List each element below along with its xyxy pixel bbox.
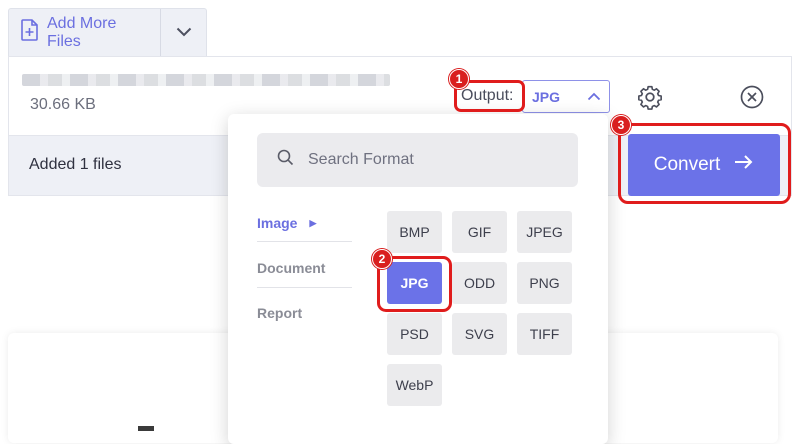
gear-icon bbox=[637, 85, 663, 114]
format-png[interactable]: PNG bbox=[517, 262, 572, 304]
category-divider bbox=[257, 287, 352, 288]
category-report-label: Report bbox=[257, 305, 303, 321]
output-format-select[interactable]: JPG bbox=[522, 80, 610, 113]
format-odd[interactable]: ODD bbox=[452, 262, 507, 304]
partial-text-glyph bbox=[138, 426, 154, 431]
format-bmp[interactable]: BMP bbox=[387, 211, 442, 253]
add-files-dropdown-button[interactable] bbox=[160, 9, 206, 56]
format-jpeg[interactable]: JPEG bbox=[517, 211, 572, 253]
close-circle-icon bbox=[739, 85, 765, 114]
format-svg[interactable]: SVG bbox=[452, 313, 507, 355]
chevron-up-icon bbox=[587, 88, 601, 106]
format-tiff[interactable]: TIFF bbox=[517, 313, 572, 355]
category-image-label: Image bbox=[257, 215, 298, 231]
format-webp[interactable]: WebP bbox=[387, 364, 442, 406]
remove-file-button[interactable] bbox=[739, 84, 765, 115]
format-psd[interactable]: PSD bbox=[387, 313, 442, 355]
output-format-value: JPG bbox=[532, 88, 561, 105]
format-gif[interactable]: GIF bbox=[452, 211, 507, 253]
file-size: 30.66 KB bbox=[30, 96, 96, 113]
add-more-files-label: Add More Files bbox=[47, 14, 117, 50]
category-divider bbox=[257, 241, 352, 242]
annotation-badge-1: 1 bbox=[449, 69, 469, 89]
search-icon bbox=[277, 149, 294, 171]
annotation-badge-3: 3 bbox=[611, 115, 631, 135]
settings-button[interactable] bbox=[637, 84, 663, 115]
category-document[interactable]: Document bbox=[257, 246, 352, 290]
file-name-redacted bbox=[22, 74, 390, 86]
format-search-box[interactable] bbox=[257, 133, 578, 187]
add-more-files-button[interactable]: Add More Files bbox=[9, 9, 160, 56]
category-report[interactable]: Report bbox=[257, 291, 352, 335]
chevron-down-icon bbox=[176, 24, 192, 42]
added-files-text: Added 1 files bbox=[29, 156, 122, 173]
category-document-label: Document bbox=[257, 260, 326, 276]
caret-right-icon: ▶ bbox=[309, 217, 317, 228]
format-search-input[interactable] bbox=[306, 150, 550, 170]
annotation-ring-convert bbox=[618, 123, 791, 204]
annotation-badge-2: 2 bbox=[372, 249, 392, 269]
add-files-bar: Add More Files bbox=[8, 8, 207, 56]
category-image[interactable]: Image ▶ bbox=[257, 201, 352, 245]
add-file-icon bbox=[21, 19, 39, 46]
